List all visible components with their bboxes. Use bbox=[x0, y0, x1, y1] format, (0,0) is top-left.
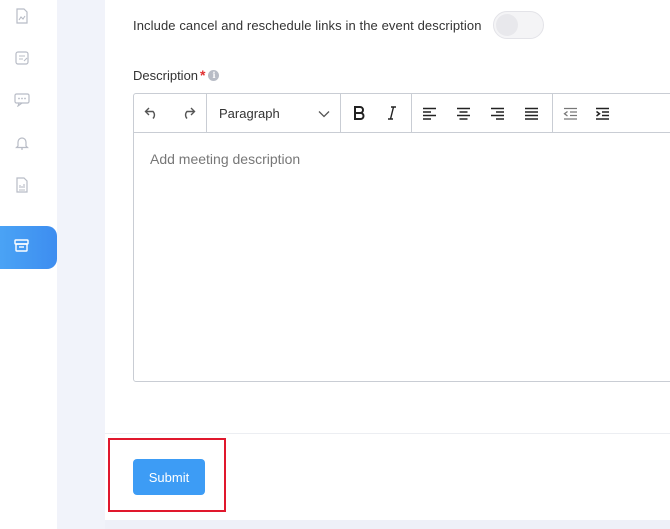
redo-icon[interactable] bbox=[170, 94, 206, 132]
editor-toolbar: Paragraph bbox=[134, 93, 670, 133]
chat-icon[interactable] bbox=[13, 91, 31, 109]
align-justify-icon[interactable] bbox=[514, 94, 548, 132]
align-right-icon[interactable] bbox=[480, 94, 514, 132]
align-left-icon[interactable] bbox=[412, 94, 446, 132]
description-label-row: Description * i bbox=[133, 67, 220, 83]
cancel-links-toggle[interactable] bbox=[492, 11, 544, 39]
form-doc-icon[interactable] bbox=[13, 49, 31, 67]
report-doc-icon[interactable] bbox=[13, 176, 31, 194]
sidebar bbox=[0, 0, 57, 529]
bold-icon[interactable] bbox=[341, 94, 377, 132]
chevron-down-icon bbox=[318, 106, 330, 121]
undo-icon[interactable] bbox=[134, 94, 170, 132]
cancel-links-row: Include cancel and reschedule links in t… bbox=[133, 10, 544, 40]
sidebar-item-active[interactable] bbox=[0, 226, 57, 269]
align-center-icon[interactable] bbox=[446, 94, 480, 132]
bell-icon[interactable] bbox=[13, 134, 31, 152]
required-mark: * bbox=[200, 67, 206, 83]
description-label: Description bbox=[133, 67, 199, 83]
page-gutter bbox=[57, 0, 105, 529]
cancel-links-label: Include cancel and reschedule links in t… bbox=[133, 17, 482, 33]
italic-icon[interactable] bbox=[377, 94, 407, 132]
footer-divider bbox=[105, 433, 670, 434]
info-icon[interactable]: i bbox=[208, 69, 220, 81]
indent-icon[interactable] bbox=[587, 94, 617, 132]
outdent-icon[interactable] bbox=[553, 94, 587, 132]
paragraph-format-value: Paragraph bbox=[219, 105, 280, 121]
paragraph-format-select[interactable]: Paragraph bbox=[207, 94, 340, 132]
description-editor: Paragraph Add meeting description bbox=[133, 93, 670, 382]
chart-doc-icon[interactable] bbox=[13, 7, 31, 25]
toggle-knob bbox=[495, 14, 518, 36]
archive-icon bbox=[14, 238, 29, 257]
editor-content-area[interactable]: Add meeting description bbox=[134, 133, 670, 185]
editor-placeholder: Add meeting description bbox=[150, 151, 301, 167]
submit-highlight-box bbox=[108, 438, 226, 512]
